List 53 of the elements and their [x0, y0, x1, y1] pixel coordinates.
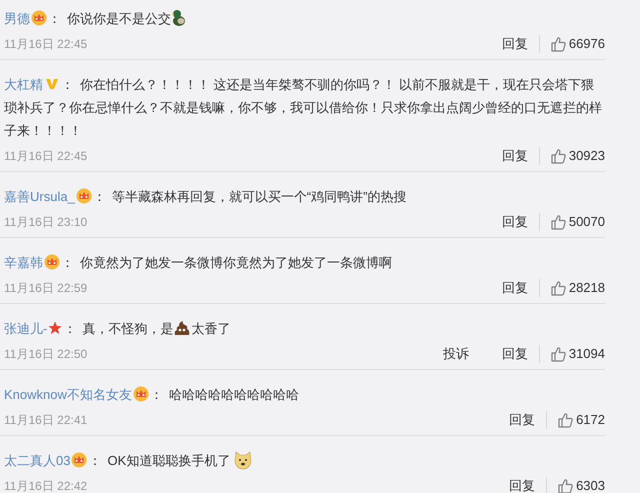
colon: ：	[63, 321, 76, 336]
like-count: 28218	[568, 279, 605, 298]
action-link[interactable]: 回复	[502, 212, 528, 232]
crown-badge-icon	[76, 188, 92, 204]
colon: ：	[92, 189, 106, 204]
v-badge-icon	[45, 77, 59, 91]
duck-icon	[171, 9, 187, 27]
like-count: 30923	[568, 147, 605, 166]
action-link[interactable]: 投诉	[442, 344, 469, 364]
like-count: 31094	[568, 345, 605, 364]
comment-time: 11月16日 23:10	[4, 214, 88, 231]
star-badge-icon	[48, 321, 62, 335]
colon: ：	[61, 255, 74, 270]
comment-text: 张迪儿- ： 真，不怪狗，是 太香了	[4, 318, 232, 339]
comment-time: 11月16日 22:45	[4, 148, 88, 165]
action-link[interactable]: 回复	[502, 34, 528, 54]
action-link[interactable]: 回复	[502, 344, 528, 364]
comment-time: 11月16日 22:59	[4, 280, 88, 297]
action-link[interactable]: 回复	[502, 278, 528, 298]
thumbs-up-icon[interactable]	[550, 214, 566, 230]
action-link[interactable]: 回复	[509, 476, 536, 493]
thumbs-up-icon[interactable]	[550, 148, 566, 164]
crown-badge-icon	[31, 10, 47, 26]
like-count: 6172	[576, 411, 605, 430]
colon: ：	[61, 77, 74, 92]
thumbs-up-icon[interactable]	[550, 36, 566, 52]
like-count: 66976	[568, 35, 605, 54]
thumbs-up-icon[interactable]	[550, 346, 566, 362]
comment-time: 11月16日 22:41	[4, 412, 88, 429]
poop-icon	[173, 319, 192, 337]
thumbs-up-icon[interactable]	[558, 478, 574, 493]
crown-badge-icon	[44, 254, 60, 270]
comment-text: 嘉善Ursula_ ： 等半藏森林再回复，就可以买一个“鸡同鸭讲”的热搜	[4, 187, 408, 206]
colon: ：	[150, 387, 163, 402]
comment-text: 大杠精 ： 你在怕什么？！！！！ 这还是当年桀骜不驯的你吗？！ 以前不服就是干，现在只会塔下猥琐补兵了？你在忌惮什么？不就是钱嘛，你不够，我可以借给你！只求你拿出点阔少曾经的口无遮拦的样子来！！！！	[4, 76, 603, 140]
thumbs-up-icon[interactable]	[558, 412, 574, 428]
thumbs-up-icon[interactable]	[550, 280, 566, 296]
comment-text: 男德 ： 你说你是不是公交	[4, 7, 605, 30]
crown-badge-icon	[132, 386, 149, 402]
colon: ：	[88, 453, 102, 468]
comment-time: 11月16日 22:42	[4, 478, 88, 493]
action-link[interactable]: 回复	[502, 146, 528, 166]
dog-face-icon	[233, 450, 254, 470]
action-link[interactable]: 回复	[509, 410, 536, 430]
comment-time: 11月16日 22:50	[4, 346, 88, 363]
like-count: 6303	[576, 477, 605, 493]
colon: ：	[48, 11, 61, 26]
comment-text: 太二真人03 ： OK知道聪聪换手机了	[4, 449, 605, 472]
crown-badge-icon	[71, 452, 88, 468]
comment-text: Knowknow不知名女友 ： 哈哈哈哈哈哈哈哈哈哈	[4, 385, 300, 404]
like-count: 50070	[568, 213, 605, 232]
comment-text: 辛嘉韩 ： 你竟然为了她发一条微博你竟然为了她发了一条微博啊	[4, 253, 393, 272]
comment-time: 11月16日 22:45	[4, 36, 88, 53]
